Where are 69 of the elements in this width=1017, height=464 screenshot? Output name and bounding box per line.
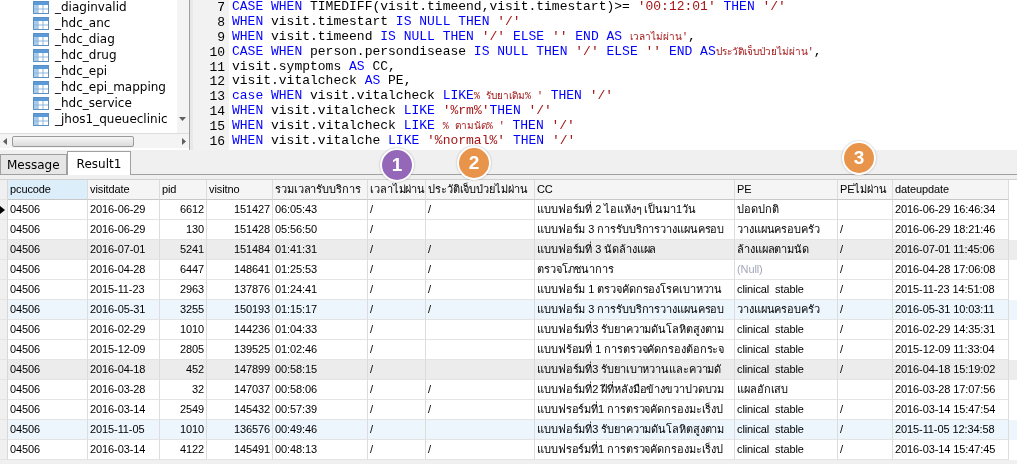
- line-number: 15: [209, 119, 225, 134]
- code-line: WHEN visit.vitalche LIKE '%normal%' THEN '/': [232, 134, 576, 149]
- column-header[interactable]: CC: [535, 180, 735, 200]
- tree-item[interactable]: _hdc_diag: [0, 31, 177, 47]
- column-header[interactable]: pcucode: [8, 180, 88, 200]
- code-line: WHEN visit.vitalcheck LIKE '%rm%'THEN '/': [232, 104, 552, 120]
- table-icon: [33, 16, 49, 30]
- tree-item[interactable]: _diaginvalid: [0, 0, 177, 15]
- scroll-left-arrow-icon[interactable]: [3, 137, 7, 145]
- code-line: case WHEN visit.vitalcheck LIKE% รับยาเดิม% ' THEN '/': [232, 89, 614, 105]
- table-row[interactable]: 04506 2016-05-31 3255 150193 01:15:17 / / แบบฟอร์ม 3 การรับบริการวางแผนครอบ วางแผนครอบครัว / 2016-05-31 10:03:11: [0, 300, 1017, 320]
- current-row-arrow-icon: [0, 205, 5, 214]
- line-number: 9: [217, 29, 225, 45]
- table-cell: /: [368, 440, 426, 460]
- line-number: 7: [217, 0, 225, 15]
- table-icon: [33, 48, 49, 62]
- table-cell: /: [426, 440, 535, 460]
- line-number: 13: [209, 89, 225, 105]
- table-cell: /: [838, 440, 893, 460]
- column-header[interactable]: PE: [735, 180, 838, 200]
- line-number: 11: [209, 59, 225, 75]
- row-header[interactable]: [0, 200, 8, 220]
- table-cell: 00:48:13: [273, 440, 368, 460]
- column-header[interactable]: visitno: [207, 180, 273, 200]
- table-row[interactable]: 04506 2015-11-05 1010 136576 00:49:46 / แบบฟอร์มที่3 รับยาความดันโลหิตสูงตาม clinical stable / 2015-11-05 12:34:58: [0, 420, 1017, 440]
- table-cell: 2016-03-14 15:47:45: [893, 440, 1009, 460]
- tree-item[interactable]: _hdc_drug: [0, 47, 177, 63]
- scrollbar-thumb[interactable]: [12, 135, 134, 147]
- table-icon: [33, 96, 49, 110]
- line-number: 14: [209, 104, 225, 120]
- column-header[interactable]: ประวัติเจ็บป่วยไม่ผ่าน: [426, 180, 535, 200]
- table-row[interactable]: 04506 2016-07-01 5241 151484 01:41:31 / / แบบฟอร์มที่ 3 นัดล้างแผล ล้างแผลตามนัด / 2016-07-01 11:45:06: [0, 240, 1017, 260]
- table-cell: แบบฟรอร์มที่1 การตรวจคัดกรองมะเร็งป: [535, 440, 735, 460]
- column-header[interactable]: visitdate: [88, 180, 160, 200]
- table-cell: 145491: [207, 440, 273, 460]
- table-icon: [33, 32, 49, 46]
- scroll-down-arrow-icon[interactable]: [179, 117, 186, 121]
- line-number: 10: [209, 44, 225, 60]
- column-header[interactable]: pid: [160, 180, 207, 200]
- code-line: WHEN visit.timestart IS NULL THEN '/': [232, 14, 521, 30]
- table-icon: [33, 112, 49, 126]
- code-line: WHEN visit.vitalcheck LIKE % ตามนัด% ' THEN '/': [232, 119, 575, 134]
- tab[interactable]: Result1: [66, 151, 132, 175]
- line-number: 16: [209, 134, 225, 149]
- column-header[interactable]: PEไม่ผ่าน: [838, 180, 893, 200]
- code-line: visit.symptoms AS CC,: [232, 59, 396, 75]
- tab[interactable]: Message: [0, 154, 67, 174]
- table-cell: 4122: [160, 440, 207, 460]
- line-number: 8: [217, 14, 225, 30]
- table-row[interactable]: 04506 2016-04-18 452 147899 00:58:15 / แบบฟอร์มที่3 รับยาเบาหวานและความดั clinical stable / 2016-04-18 15:19:02: [0, 360, 1017, 380]
- code-line: CASE WHEN person.persondisease IS NULL THEN '/' ELSE '' END ASประวัติเจ็บป่วยไม่ผ่าน',: [232, 44, 822, 60]
- code-line: CASE WHEN TIMEDIFF(visit.timeend,visit.timestart)>= '00:12:01' THEN '/': [232, 0, 786, 15]
- line-number: 12: [209, 74, 225, 90]
- tree-item[interactable]: _hdc_anc: [0, 15, 177, 31]
- scroll-right-arrow-icon[interactable]: [182, 137, 186, 145]
- code-line: visit.vitalcheck AS PE,: [232, 74, 412, 90]
- column-header[interactable]: รวมเวลารับบริการ: [273, 180, 368, 200]
- tree-item[interactable]: _hdc_service: [0, 95, 177, 111]
- table-cell: clinical stable: [735, 440, 838, 460]
- code-line: WHEN visit.timeend IS NULL THEN '/' ELSE '' END AS เวลาไม่ผ่าน',: [232, 29, 696, 45]
- tree-item[interactable]: _hdc_epi: [0, 63, 177, 79]
- tree-item[interactable]: _jhos1_queueclinic: [0, 111, 177, 127]
- table-icon: [33, 64, 49, 78]
- table-cell: 04506: [8, 440, 88, 460]
- column-header[interactable]: เวลาไม่ผ่าน: [368, 180, 426, 200]
- column-header[interactable]: dateupdate: [893, 180, 1009, 200]
- table-icon: [33, 80, 49, 94]
- table-cell: 2016-03-14: [88, 440, 160, 460]
- tree-item[interactable]: _hdc_epi_mapping: [0, 79, 177, 95]
